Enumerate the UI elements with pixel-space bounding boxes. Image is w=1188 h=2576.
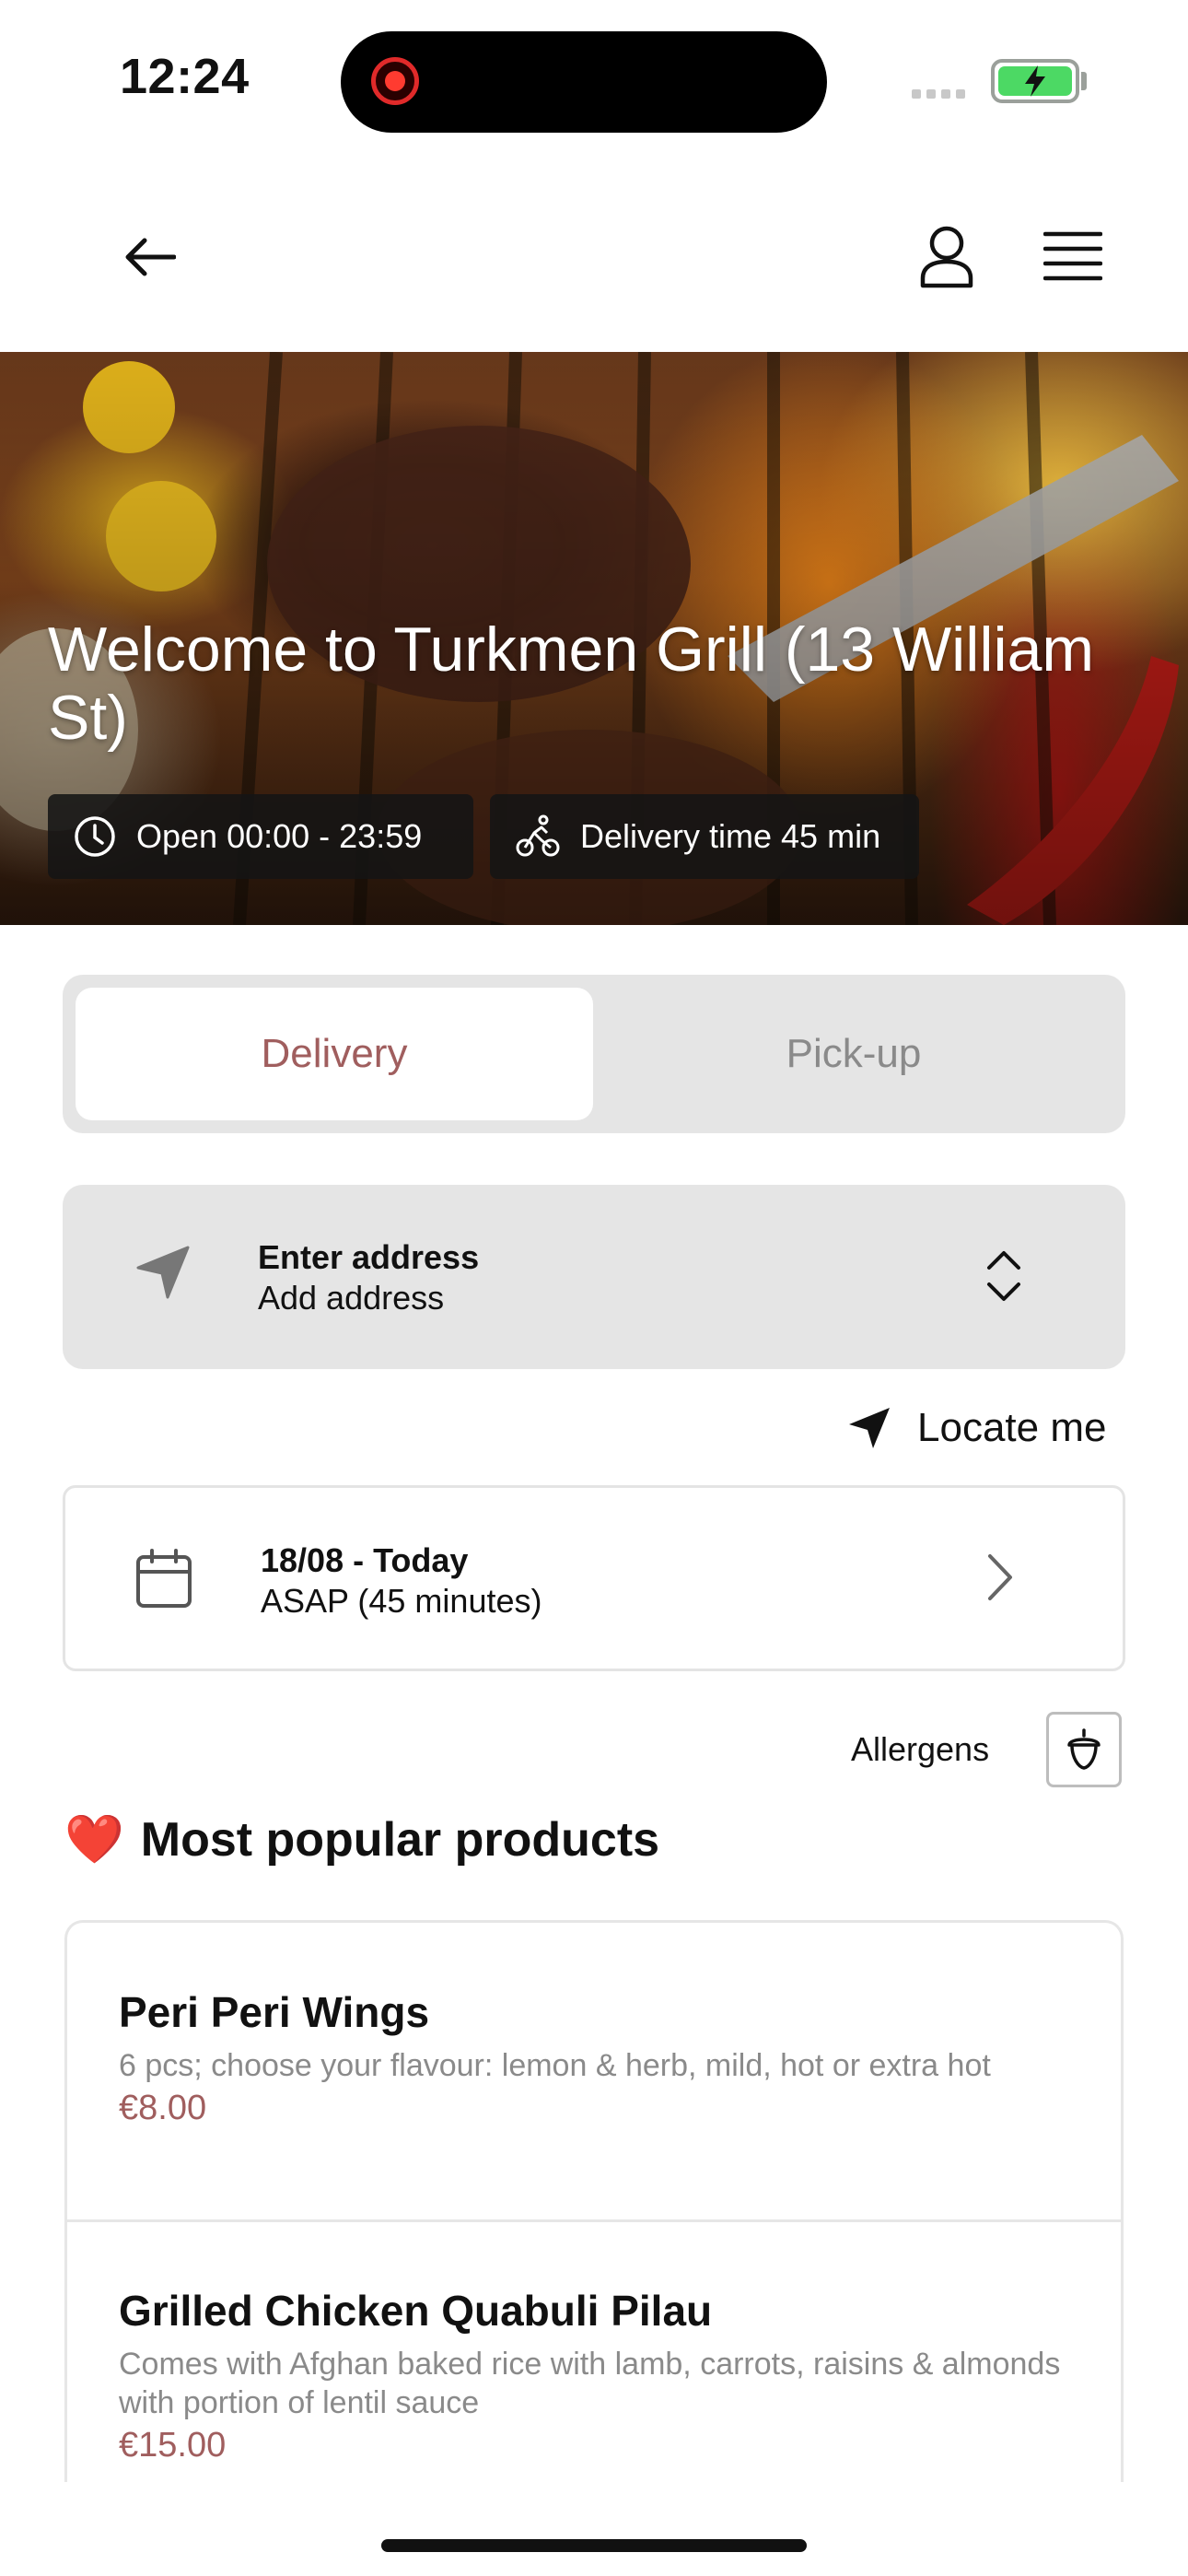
cyclist-icon xyxy=(516,814,560,857)
locate-me-button[interactable]: Locate me xyxy=(847,1400,1106,1456)
product-price: €8.00 xyxy=(119,2089,207,2127)
product-card[interactable]: Grilled Chicken Quabuli Pilau Comes with… xyxy=(67,2286,1121,2465)
hero-banner: Welcome to Turkmen Grill (13 William St)… xyxy=(0,352,1188,925)
product-name: Peri Peri Wings xyxy=(119,1988,430,2036)
allergens-button[interactable] xyxy=(1046,1712,1122,1787)
product-list: Peri Peri Wings 6 pcs; choose your flavo… xyxy=(64,1920,1124,2482)
home-indicator[interactable] xyxy=(381,2539,807,2552)
divider xyxy=(67,2219,1121,2222)
product-description: Comes with Afghan baked rice with lamb, … xyxy=(119,2347,1061,2420)
location-arrow-icon xyxy=(136,1246,190,1299)
address-subtitle: Add address xyxy=(258,1279,445,1317)
product-name: Grilled Chicken Quabuli Pilau xyxy=(119,2287,713,2335)
signal-icon xyxy=(912,87,971,103)
product-description: 6 pcs; choose your flavour: lemon & herb… xyxy=(119,2048,991,2083)
chevron-up-down-icon xyxy=(987,1251,1020,1301)
address-selector[interactable]: Enter address Add address xyxy=(63,1185,1125,1369)
back-button[interactable] xyxy=(111,217,190,297)
popular-section-title: ❤️ Most popular products xyxy=(64,1811,659,1868)
tab-delivery[interactable]: Delivery xyxy=(76,988,593,1120)
order-mode-toggle: Delivery Pick-up xyxy=(63,975,1125,1133)
battery-tip xyxy=(1081,72,1087,90)
chevron-right-icon xyxy=(988,1554,1012,1600)
location-arrow-icon xyxy=(849,1408,890,1448)
popular-title-text: Most popular products xyxy=(140,1812,660,1867)
locate-me-label: Locate me xyxy=(917,1405,1107,1450)
arrow-left-icon xyxy=(125,238,176,276)
menu-button[interactable] xyxy=(1033,217,1112,297)
allergens-label: Allergens xyxy=(851,1730,990,1768)
user-icon xyxy=(920,226,973,288)
tab-pickup[interactable]: Pick-up xyxy=(595,988,1112,1120)
status-bar: 12:24 xyxy=(0,0,1188,157)
calendar-icon xyxy=(136,1549,192,1608)
battery-icon xyxy=(991,59,1079,103)
opening-hours-text: Open 00:00 - 23:59 xyxy=(136,817,423,855)
product-price: €15.00 xyxy=(119,2426,227,2465)
schedule-selector[interactable]: 18/08 - Today ASAP (45 minutes) xyxy=(63,1485,1125,1671)
status-time: 12:24 xyxy=(120,49,250,104)
clock-icon xyxy=(75,816,115,857)
opening-hours-chip: Open 00:00 - 23:59 xyxy=(48,794,473,879)
delivery-time-chip: Delivery time 45 min xyxy=(490,794,919,879)
schedule-date: 18/08 - Today xyxy=(261,1541,469,1579)
schedule-time: ASAP (45 minutes) xyxy=(261,1582,542,1620)
hamburger-menu-icon xyxy=(1043,231,1102,281)
restaurant-title: Welcome to Turkmen Grill (13 William St) xyxy=(48,615,1095,753)
product-card[interactable]: Peri Peri Wings 6 pcs; choose your flavo… xyxy=(67,1987,1121,2128)
heart-emoji: ❤️ xyxy=(64,1813,124,1867)
recording-indicator-icon xyxy=(371,57,419,105)
delivery-time-text: Delivery time 45 min xyxy=(580,817,881,855)
address-title: Enter address xyxy=(258,1238,480,1276)
acorn-icon xyxy=(1067,1728,1101,1770)
profile-button[interactable] xyxy=(907,217,986,297)
